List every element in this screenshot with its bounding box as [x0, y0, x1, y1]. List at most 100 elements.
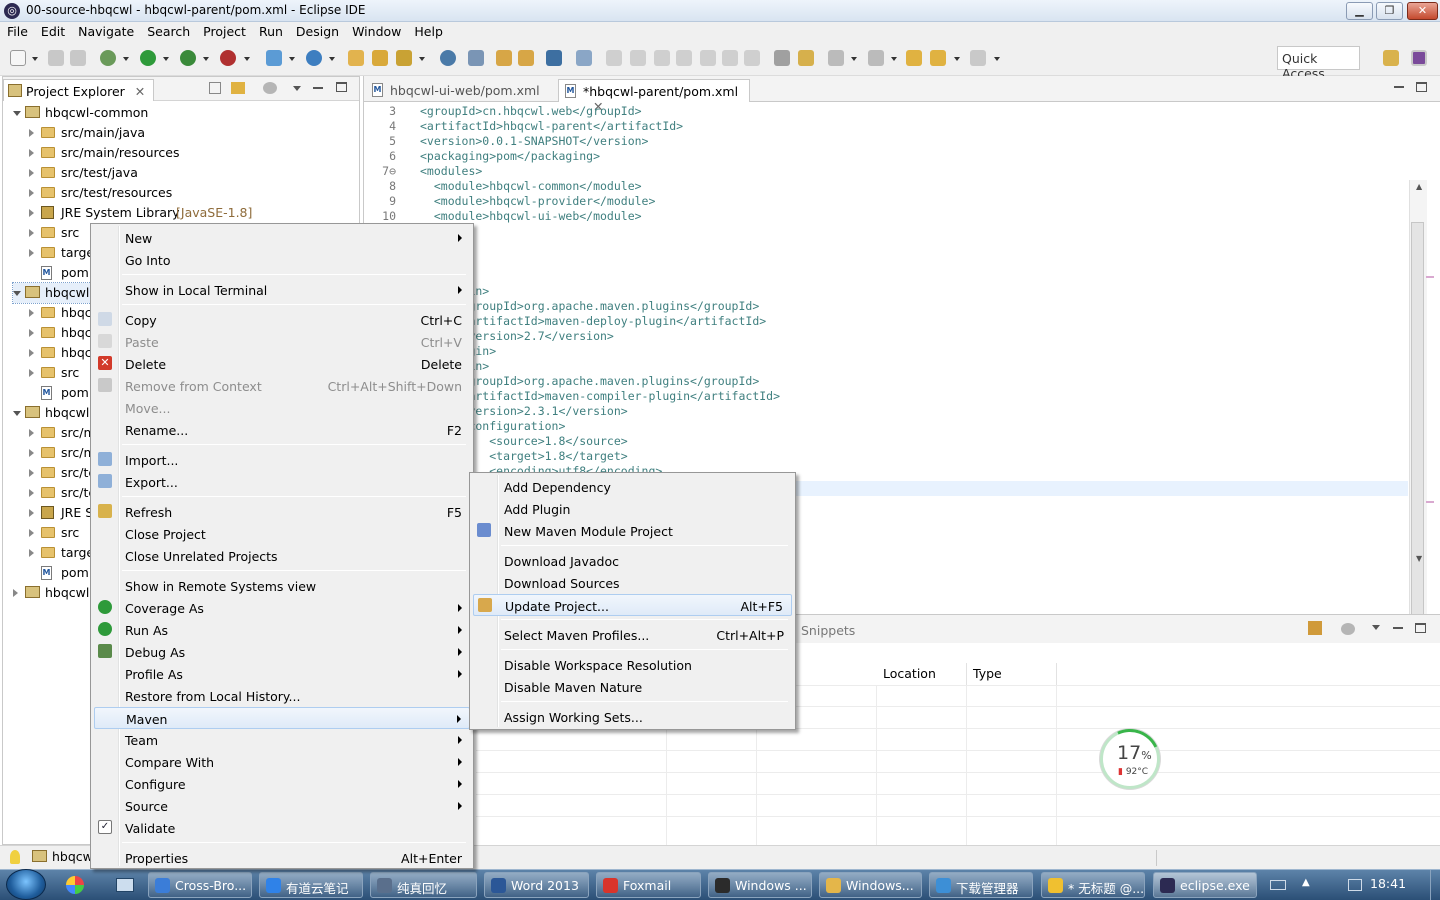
cpu-gauge-widget[interactable]: 17% ▮ 92°C: [1091, 720, 1169, 798]
expand-arrow-icon[interactable]: [29, 169, 34, 177]
tree-item[interactable]: JRE System Library [JavaSE-1.8]: [3, 203, 359, 223]
forward-icon[interactable]: [970, 50, 986, 66]
column-location[interactable]: Location: [877, 663, 967, 685]
menu-edit[interactable]: Edit: [34, 22, 71, 39]
taskbar-button[interactable]: Windows ...: [708, 872, 812, 898]
toggle-mark-icon[interactable]: [798, 50, 814, 66]
menu-item[interactable]: Go Into: [94, 249, 470, 271]
run-icon[interactable]: [140, 50, 156, 66]
menu-item[interactable]: Show in Local Terminal: [94, 279, 470, 301]
menu-item[interactable]: Add Plugin: [473, 498, 792, 520]
new-icon[interactable]: [10, 50, 26, 66]
expand-arrow-icon[interactable]: [29, 329, 34, 337]
expand-arrow-icon[interactable]: [29, 369, 34, 377]
quick-access-input[interactable]: Quick Access: [1277, 46, 1360, 81]
menu-item[interactable]: Properties Alt+Enter: [94, 847, 470, 869]
expand-arrow-icon[interactable]: [13, 111, 21, 116]
show-desktop-strip[interactable]: [1430, 870, 1440, 900]
expand-arrow-icon[interactable]: [29, 309, 34, 317]
tray-expand-icon[interactable]: ▲: [1302, 877, 1310, 888]
menu-item[interactable]: ✓ Validate: [94, 817, 470, 839]
next-annotation-icon[interactable]: [518, 50, 534, 66]
close-tab-icon[interactable]: ✕: [135, 84, 145, 99]
keyboard-icon[interactable]: [1270, 880, 1286, 890]
menu-item[interactable]: Assign Working Sets...: [473, 706, 792, 728]
taskbar-button[interactable]: eclipse.exe: [1153, 872, 1257, 898]
code-editor[interactable]: 3 <groupId>cn.hbqcwl.web</groupId> 4 <artif…: [364, 104, 1409, 484]
link-editor-icon[interactable]: [231, 82, 245, 94]
external-tools-icon[interactable]: [220, 50, 236, 66]
menu-file[interactable]: File: [0, 22, 34, 39]
debug-icon[interactable]: [100, 50, 116, 66]
maximize-view-icon[interactable]: [336, 82, 347, 92]
prev-annotation-icon[interactable]: [496, 50, 512, 66]
menu-window[interactable]: Window: [345, 22, 407, 39]
menu-item[interactable]: Add Dependency: [473, 476, 792, 498]
prev-edit-icon[interactable]: [868, 50, 884, 66]
menu-item[interactable]: Close Project: [94, 523, 470, 545]
taskbar-button[interactable]: Windows...: [819, 872, 922, 898]
open-task-icon[interactable]: [372, 50, 388, 66]
expand-arrow-icon[interactable]: [13, 291, 21, 296]
globe-icon[interactable]: [440, 50, 456, 66]
tab-snippets[interactable]: Snippets: [801, 623, 855, 638]
close-button[interactable]: ✕: [1407, 2, 1438, 20]
menu-search[interactable]: Search: [140, 22, 196, 39]
expand-arrow-icon[interactable]: [13, 411, 21, 416]
search-icon[interactable]: [396, 50, 412, 66]
step-return-icon[interactable]: [744, 50, 760, 66]
new-class-icon[interactable]: [306, 50, 322, 66]
menu-item[interactable]: Coverage As: [94, 597, 470, 619]
tree-item[interactable]: src/test/resources: [3, 183, 359, 203]
taskbar-button[interactable]: Foxmail: [596, 872, 701, 898]
save-all-icon[interactable]: [70, 50, 86, 66]
filters-icon[interactable]: [263, 82, 277, 94]
quick-launch-icon[interactable]: [66, 876, 84, 894]
menu-item[interactable]: Download Sources: [473, 572, 792, 594]
menu-item[interactable]: Configure: [94, 773, 470, 795]
use-step-filters-icon[interactable]: [774, 50, 790, 66]
expand-arrow-icon[interactable]: [29, 449, 34, 457]
menu-item[interactable]: Download Javadoc: [473, 550, 792, 572]
menu-item[interactable]: Profile As: [94, 663, 470, 685]
taskbar-clock[interactable]: 18:41: [1370, 876, 1406, 891]
menu-item[interactable]: Import...: [94, 449, 470, 471]
taskbar-button[interactable]: Cross-Bro...: [148, 872, 252, 898]
menu-item[interactable]: New: [94, 227, 470, 249]
step-over-icon[interactable]: [722, 50, 738, 66]
save-icon[interactable]: [48, 50, 64, 66]
scroll-down-icon[interactable]: ▼: [1416, 554, 1422, 563]
scroll-up-icon[interactable]: ▲: [1416, 182, 1422, 191]
java-ee-perspective-icon[interactable]: [1411, 50, 1427, 66]
view-menu-icon[interactable]: [293, 86, 301, 91]
panel-filter-icon[interactable]: [1341, 623, 1355, 635]
collapse-all-icon[interactable]: [209, 82, 221, 94]
expand-arrow-icon[interactable]: [29, 209, 34, 217]
expand-arrow-icon[interactable]: [29, 509, 34, 517]
show-desktop-icon[interactable]: [116, 878, 134, 892]
tab-hbqcwl-ui-web-pom[interactable]: M hbqcwl-ui-web/pom.xml: [366, 79, 556, 102]
open-perspective-icon[interactable]: [1383, 50, 1399, 66]
menu-run[interactable]: Run: [252, 22, 289, 39]
column-type[interactable]: Type: [967, 663, 1057, 685]
annotation-icon[interactable]: [468, 50, 484, 66]
expand-arrow-icon[interactable]: [29, 349, 34, 357]
maximize-button[interactable]: ❐: [1376, 2, 1403, 20]
vertical-scroll-thumb[interactable]: [1411, 222, 1424, 627]
taskbar-button[interactable]: 下载管理器: [929, 872, 1033, 898]
menu-project[interactable]: Project: [196, 22, 252, 39]
expand-arrow-icon[interactable]: [29, 129, 34, 137]
expand-arrow-icon[interactable]: [29, 469, 34, 477]
menu-item[interactable]: Run As: [94, 619, 470, 641]
taskbar-button[interactable]: Word 2013: [484, 872, 589, 898]
menu-item[interactable]: Compare With: [94, 751, 470, 773]
coverage-icon[interactable]: [180, 50, 196, 66]
menu-design[interactable]: Design: [289, 22, 345, 39]
expand-arrow-icon[interactable]: [29, 149, 34, 157]
menu-item[interactable]: Refresh F5: [94, 501, 470, 523]
menu-item[interactable]: Debug As: [94, 641, 470, 663]
menu-item[interactable]: Maven: [94, 707, 470, 729]
maximize-editor-icon[interactable]: [1416, 82, 1427, 92]
menu-item[interactable]: ✕ Delete Delete: [94, 353, 470, 375]
minimize-editor-icon[interactable]: [1394, 86, 1404, 88]
